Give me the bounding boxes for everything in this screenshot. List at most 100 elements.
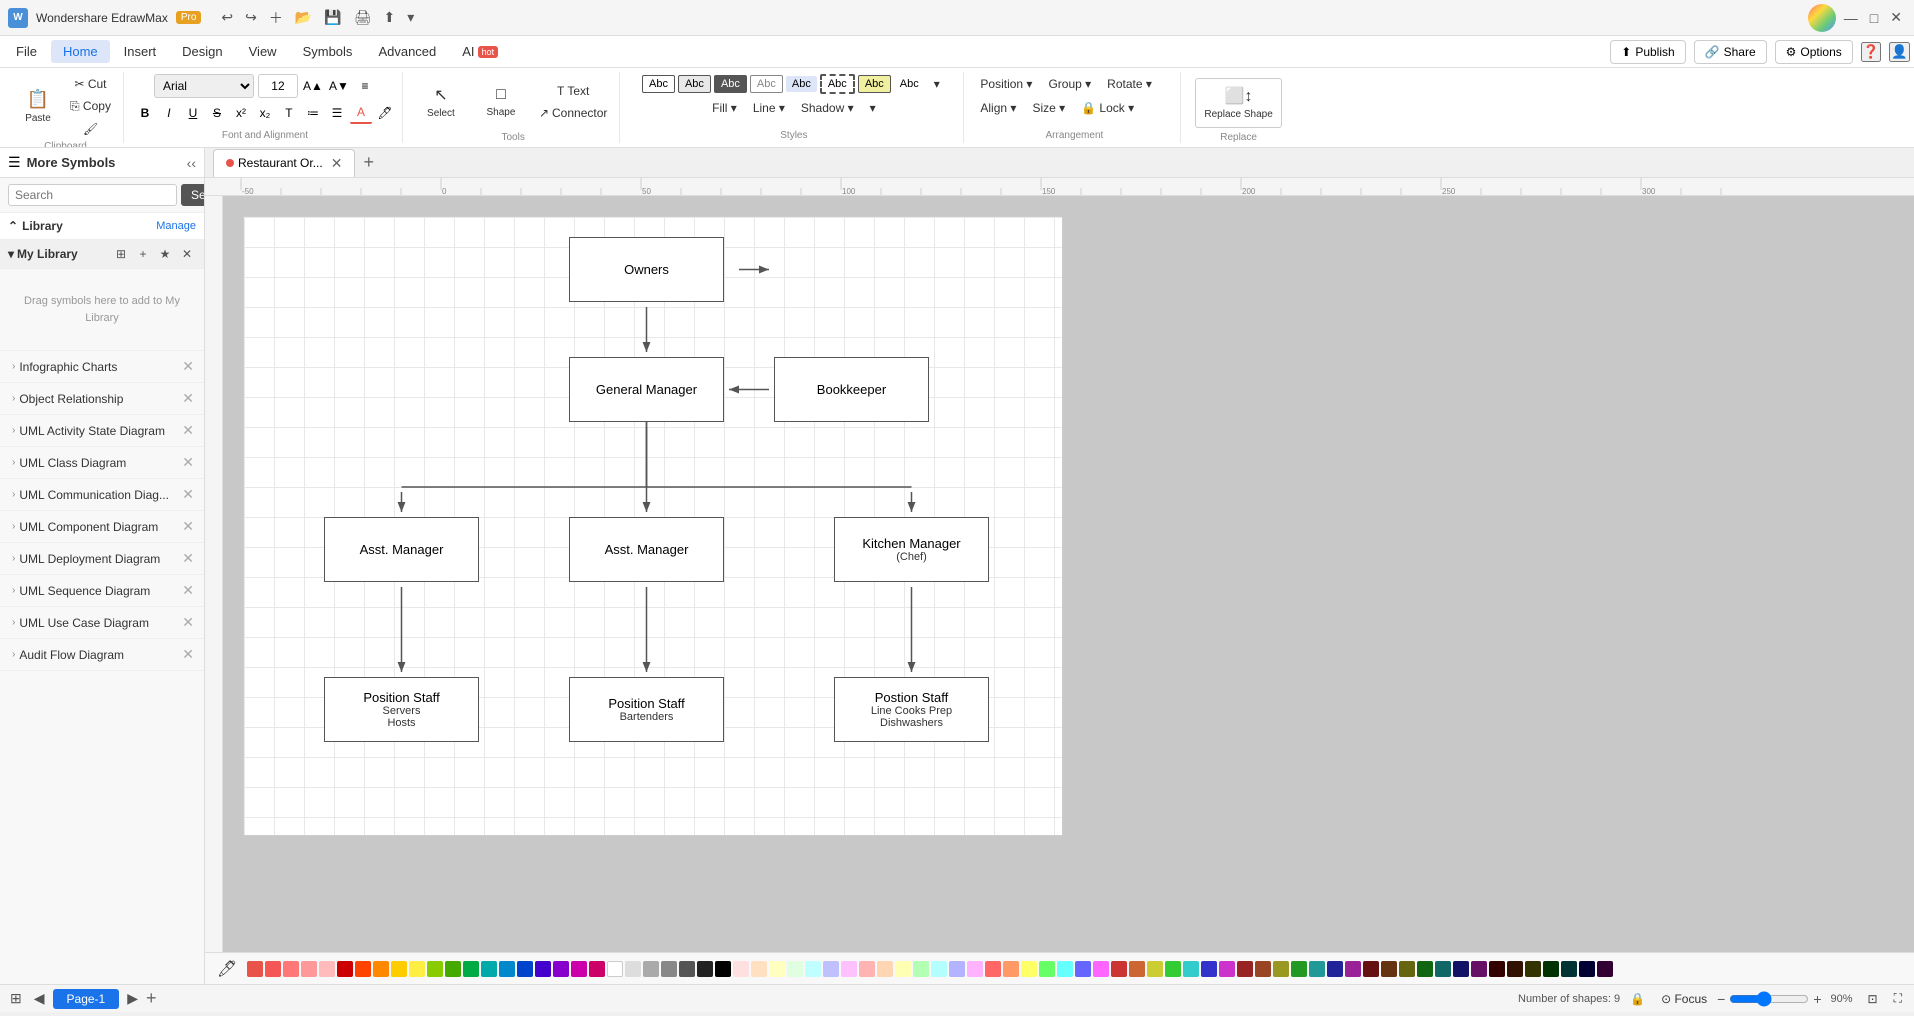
color-swatch-4[interactable]: [319, 961, 335, 977]
color-swatch-48[interactable]: [1111, 961, 1127, 977]
my-library-add-button[interactable]: +: [134, 245, 152, 263]
sidebar-item-close-0[interactable]: ✕: [180, 358, 196, 375]
color-swatch-38[interactable]: [931, 961, 947, 977]
color-swatch-65[interactable]: [1417, 961, 1433, 977]
color-swatch-14[interactable]: [499, 961, 515, 977]
color-swatch-66[interactable]: [1435, 961, 1451, 977]
position-button[interactable]: Position ▾: [974, 74, 1038, 94]
shape-tool-button[interactable]: □ Shape: [473, 74, 529, 130]
sidebar-item-5[interactable]: › UML Component Diagram ✕: [0, 511, 204, 543]
fit-page-button[interactable]: ⊡: [1862, 989, 1884, 1009]
styles-more[interactable]: ▾: [864, 98, 882, 118]
color-swatch-53[interactable]: [1201, 961, 1217, 977]
color-swatch-73[interactable]: [1561, 961, 1577, 977]
color-swatch-3[interactable]: [301, 961, 317, 977]
save-button[interactable]: 💾: [320, 6, 345, 30]
color-swatch-43[interactable]: [1021, 961, 1037, 977]
zoom-out-button[interactable]: −: [1717, 991, 1725, 1007]
account-button[interactable]: 👤: [1889, 42, 1910, 62]
color-swatch-68[interactable]: [1471, 961, 1487, 977]
page-prev-button[interactable]: ◀: [30, 988, 49, 1009]
new-button[interactable]: ＋: [265, 6, 287, 30]
open-button[interactable]: 📂: [291, 6, 316, 30]
org-node-asst1[interactable]: Asst. Manager: [324, 517, 479, 582]
sidebar-item-1[interactable]: › Object Relationship ✕: [0, 383, 204, 415]
sidebar-item-close-2[interactable]: ✕: [180, 422, 196, 439]
zoom-slider[interactable]: [1729, 991, 1809, 1007]
color-swatch-42[interactable]: [1003, 961, 1019, 977]
sidebar-item-4[interactable]: › UML Communication Diag... ✕: [0, 479, 204, 511]
sidebar-item-7[interactable]: › UML Sequence Diagram ✕: [0, 575, 204, 607]
color-swatch-17[interactable]: [553, 961, 569, 977]
export-button[interactable]: ⬆: [380, 6, 400, 30]
sidebar-item-8[interactable]: › UML Use Case Diagram ✕: [0, 607, 204, 639]
focus-button[interactable]: ⊙ Focus: [1655, 989, 1713, 1009]
color-swatch-29[interactable]: [769, 961, 785, 977]
menu-home[interactable]: Home: [51, 40, 110, 63]
sidebar-item-close-1[interactable]: ✕: [180, 390, 196, 407]
font-size-increase[interactable]: A▲: [302, 75, 324, 97]
print-button[interactable]: 🖨: [350, 6, 376, 30]
color-swatch-22[interactable]: [643, 961, 659, 977]
color-swatch-31[interactable]: [805, 961, 821, 977]
color-swatch-44[interactable]: [1039, 961, 1055, 977]
color-swatch-8[interactable]: [391, 961, 407, 977]
color-swatch-52[interactable]: [1183, 961, 1199, 977]
text-style-button[interactable]: T: [278, 102, 300, 124]
font-family-select[interactable]: Arial: [154, 74, 254, 98]
color-swatch-26[interactable]: [715, 961, 731, 977]
copy-button[interactable]: ⎘ Copy: [64, 96, 117, 117]
color-swatch-16[interactable]: [535, 961, 551, 977]
color-swatch-57[interactable]: [1273, 961, 1289, 977]
bold-button[interactable]: B: [134, 102, 156, 124]
color-swatch-10[interactable]: [427, 961, 443, 977]
strikethrough-button[interactable]: S: [206, 102, 228, 124]
sidebar-item-3[interactable]: › UML Class Diagram ✕: [0, 447, 204, 479]
color-swatch-13[interactable]: [481, 961, 497, 977]
underline-button[interactable]: U: [182, 102, 204, 124]
color-swatch-41[interactable]: [985, 961, 1001, 977]
sidebar-item-close-8[interactable]: ✕: [180, 614, 196, 631]
org-node-kitchen[interactable]: Kitchen Manager(Chef): [834, 517, 989, 582]
style-6[interactable]: Abc: [820, 74, 855, 94]
color-swatch-21[interactable]: [625, 961, 641, 977]
font-size-decrease[interactable]: A▼: [328, 75, 350, 97]
undo-button[interactable]: ↩: [217, 6, 237, 30]
menu-ai[interactable]: AI hot: [450, 40, 510, 63]
fill-button[interactable]: Fill ▾: [706, 98, 743, 118]
page-1-tab[interactable]: Page-1: [53, 989, 120, 1009]
sidebar-item-close-4[interactable]: ✕: [180, 486, 196, 503]
color-swatch-7[interactable]: [373, 961, 389, 977]
search-button[interactable]: Search: [181, 184, 205, 206]
menu-design[interactable]: Design: [170, 40, 234, 63]
sidebar-item-close-6[interactable]: ✕: [180, 550, 196, 567]
color-swatch-35[interactable]: [877, 961, 893, 977]
add-page-button[interactable]: +: [146, 988, 157, 1009]
color-swatch-67[interactable]: [1453, 961, 1469, 977]
text-align-button[interactable]: ≡: [354, 75, 376, 97]
color-swatch-40[interactable]: [967, 961, 983, 977]
connector-tool-button[interactable]: ↗ Connector: [533, 103, 613, 123]
color-swatch-36[interactable]: [895, 961, 911, 977]
tab-restaurant[interactable]: Restaurant Or... ✕: [213, 149, 355, 177]
sidebar-item-0[interactable]: › Infographic Charts ✕: [0, 351, 204, 383]
canvas-inner[interactable]: OwnersGeneral ManagerBookkeeperAsst. Man…: [243, 216, 1063, 836]
rotate-button[interactable]: Rotate ▾: [1101, 74, 1158, 94]
text-tool-button[interactable]: T Text: [533, 81, 613, 101]
color-swatch-34[interactable]: [859, 961, 875, 977]
indent-button[interactable]: ☰: [326, 102, 348, 124]
color-swatch-69[interactable]: [1489, 961, 1505, 977]
org-node-pos3[interactable]: Postion StaffLine Cooks PrepDishwashers: [834, 677, 989, 742]
shadow-button[interactable]: Shadow ▾: [795, 98, 860, 118]
color-swatch-5[interactable]: [337, 961, 353, 977]
color-swatch-27[interactable]: [733, 961, 749, 977]
subscript-button[interactable]: x₂: [254, 102, 276, 124]
lock-view-button[interactable]: 🔒: [1624, 989, 1651, 1009]
cut-button[interactable]: ✂ Cut: [64, 74, 117, 94]
sidebar-item-close-9[interactable]: ✕: [180, 646, 196, 663]
minimize-button[interactable]: —: [1840, 4, 1862, 32]
color-swatch-25[interactable]: [697, 961, 713, 977]
color-swatch-59[interactable]: [1309, 961, 1325, 977]
new-tab-button[interactable]: +: [359, 152, 378, 173]
sidebar-collapse-button[interactable]: ‹‹: [187, 155, 196, 171]
